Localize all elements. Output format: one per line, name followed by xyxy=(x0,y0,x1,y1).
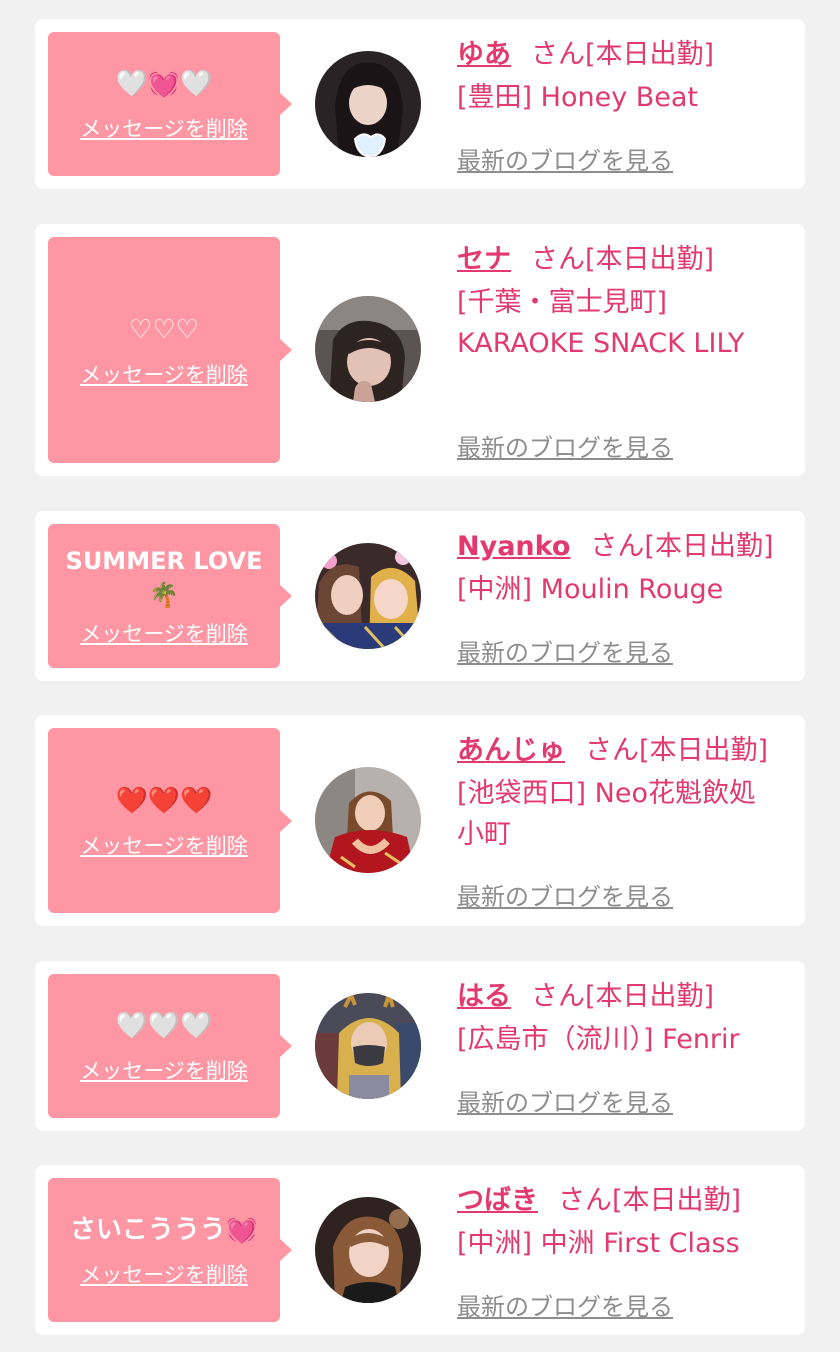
message-text: ❤️❤️❤️ xyxy=(115,785,213,816)
latest-blog-link[interactable]: 最新のブログを見る xyxy=(457,1287,673,1322)
message-card: ❤️❤️❤️ メッセージを削除 あんじゅ さん[本日出勤] [池袋西口] Neo花… xyxy=(35,715,805,926)
latest-blog-link[interactable]: 最新のブログを見る xyxy=(457,1083,673,1118)
message-bubble: 🤍🤍🤍 メッセージを削除 xyxy=(48,974,292,1118)
status-text: [本日出勤] xyxy=(639,735,769,766)
delete-message-link[interactable]: メッセージを削除 xyxy=(80,359,248,389)
latest-blog-link[interactable]: 最新のブログを見る xyxy=(457,633,673,668)
message-bubble: ♡♡♡ メッセージを削除 xyxy=(48,237,292,463)
cast-info: Nyanko さん[本日出勤] [中洲] Moulin Rouge xyxy=(457,527,785,610)
latest-blog-link[interactable]: 最新のブログを見る xyxy=(457,428,673,463)
shop-name: [広島市（流川）] Fenrir xyxy=(457,1024,740,1055)
avatar[interactable] xyxy=(315,296,421,402)
cast-info: つばき さん[本日出勤] [中洲] 中洲 First Class xyxy=(457,1181,785,1264)
name-line: Nyanko さん[本日出勤] xyxy=(457,527,785,567)
message-text: SUMMER LOVE 🌴 xyxy=(65,547,263,609)
cast-info: はる さん[本日出勤] [広島市（流川）] Fenrir xyxy=(457,977,785,1060)
status-text: [本日出勤] xyxy=(585,39,715,70)
delete-message-link[interactable]: メッセージを削除 xyxy=(80,1259,248,1289)
cast-name-link[interactable]: Nyanko xyxy=(457,531,570,562)
honorific: さん xyxy=(531,981,585,1012)
delete-message-link[interactable]: メッセージを削除 xyxy=(80,830,248,860)
message-card: 🤍💓🤍 メッセージを削除 ゆあ さん[本日出勤] [豊田] Honey Beat … xyxy=(35,19,805,189)
cast-name-link[interactable]: はる xyxy=(457,981,511,1012)
name-line: はる さん[本日出勤] xyxy=(457,977,785,1017)
message-text: 🤍🤍🤍 xyxy=(115,1011,213,1041)
honorific: さん xyxy=(585,735,639,766)
message-bubble: SUMMER LOVE 🌴 メッセージを削除 xyxy=(48,524,292,668)
message-bubble: ❤️❤️❤️ メッセージを削除 xyxy=(48,728,292,913)
status-text: [本日出勤] xyxy=(585,244,715,275)
cast-name-link[interactable]: ゆあ xyxy=(457,39,511,70)
avatar[interactable] xyxy=(315,767,421,873)
honorific: さん xyxy=(531,39,585,70)
message-text: さいこううう💓 xyxy=(69,1215,259,1245)
honorific: さん xyxy=(558,1185,612,1216)
name-line: あんじゅ さん[本日出勤] xyxy=(457,731,785,771)
shop-name: [中洲] Moulin Rouge xyxy=(457,574,724,605)
latest-blog-link[interactable]: 最新のブログを見る xyxy=(457,877,673,912)
delete-message-link[interactable]: メッセージを削除 xyxy=(80,113,248,143)
avatar[interactable] xyxy=(315,993,421,1099)
status-text: [本日出勤] xyxy=(585,981,715,1012)
cast-name-link[interactable]: あんじゅ xyxy=(457,735,565,766)
avatar[interactable] xyxy=(315,1197,421,1303)
delete-message-link[interactable]: メッセージを削除 xyxy=(80,618,248,648)
avatar[interactable] xyxy=(315,51,421,157)
name-line: ゆあ さん[本日出勤] xyxy=(457,35,785,75)
honorific: さん xyxy=(590,531,645,562)
message-bubble: 🤍💓🤍 メッセージを削除 xyxy=(48,32,292,176)
shop-name: [中洲] 中洲 First Class xyxy=(457,1228,740,1259)
message-card: 🤍🤍🤍 メッセージを削除 はる さん[本日出勤] [広島市（流川）] Fenrir… xyxy=(35,961,805,1131)
shop-name: [池袋西口] Neo花魁飲処小町 xyxy=(457,778,756,850)
latest-blog-link[interactable]: 最新のブログを見る xyxy=(457,141,673,176)
cast-info: セナ さん[本日出勤] [千葉・富士見町] KARAOKE SNACK LILY xyxy=(457,240,785,364)
status-text: [本日出勤] xyxy=(612,1185,742,1216)
status-text: [本日出勤] xyxy=(644,531,774,562)
honorific: さん xyxy=(531,244,585,275)
name-line: セナ さん[本日出勤] xyxy=(457,240,785,280)
message-text: ♡♡♡ xyxy=(129,315,199,345)
cast-name-link[interactable]: つばき xyxy=(457,1185,538,1216)
message-card: SUMMER LOVE 🌴 メッセージを削除 Nyanko さん[本日出勤] [中… xyxy=(35,511,805,681)
message-card: ♡♡♡ メッセージを削除 セナ さん[本日出勤] [千葉・富士見町] KARAOK… xyxy=(35,224,805,476)
cast-info: あんじゅ さん[本日出勤] [池袋西口] Neo花魁飲処小町 xyxy=(457,731,785,855)
name-line: つばき さん[本日出勤] xyxy=(457,1181,785,1221)
shop-name: [豊田] Honey Beat xyxy=(457,82,699,113)
cast-info: ゆあ さん[本日出勤] [豊田] Honey Beat xyxy=(457,35,785,118)
cast-name-link[interactable]: セナ xyxy=(457,244,511,275)
delete-message-link[interactable]: メッセージを削除 xyxy=(80,1055,248,1085)
message-bubble: さいこううう💓 メッセージを削除 xyxy=(48,1178,292,1322)
shop-name: [千葉・富士見町] KARAOKE SNACK LILY xyxy=(457,287,745,359)
message-text: 🤍💓🤍 xyxy=(115,69,213,99)
avatar[interactable] xyxy=(315,543,421,649)
message-card: さいこううう💓 メッセージを削除 つばき さん[本日出勤] [中洲] 中洲 Fir… xyxy=(35,1165,805,1335)
